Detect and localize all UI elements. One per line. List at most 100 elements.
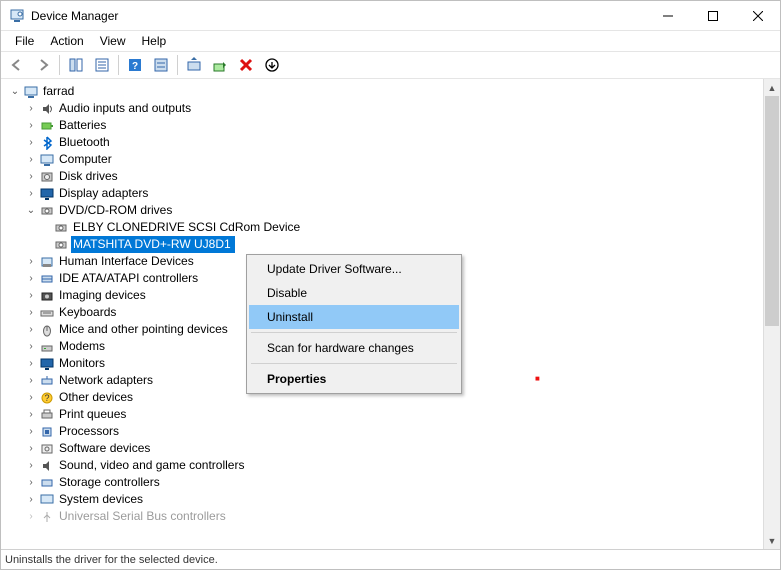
- update-driver-button[interactable]: [208, 53, 232, 77]
- printer-icon: [39, 407, 55, 423]
- tree-item-sound-video[interactable]: › Sound, video and game controllers: [1, 457, 763, 474]
- expand-toggle[interactable]: ›: [23, 491, 39, 508]
- disable-button[interactable]: [260, 53, 284, 77]
- tree-item-label: System devices: [57, 491, 145, 508]
- tree-item-label: Processors: [57, 423, 121, 440]
- bluetooth-icon: [39, 135, 55, 151]
- vertical-scrollbar[interactable]: ▲ ▼: [763, 79, 780, 549]
- action-list-button[interactable]: [149, 53, 173, 77]
- ctx-properties[interactable]: Properties: [249, 367, 459, 391]
- menu-action[interactable]: Action: [42, 32, 91, 50]
- camera-icon: [39, 288, 55, 304]
- system-icon: [39, 492, 55, 508]
- expand-toggle[interactable]: ›: [23, 304, 39, 321]
- expand-toggle[interactable]: ›: [23, 457, 39, 474]
- expand-toggle[interactable]: ›: [23, 321, 39, 338]
- hid-icon: [39, 254, 55, 270]
- help-button[interactable]: ?: [123, 53, 147, 77]
- scroll-thumb[interactable]: [765, 96, 779, 326]
- tree-item-label: Computer: [57, 151, 114, 168]
- ctx-scan-hardware[interactable]: Scan for hardware changes: [249, 336, 459, 360]
- tree-item-label: Storage controllers: [57, 474, 162, 491]
- tree-item-label: MATSHITA DVD+-RW UJ8D1: [71, 236, 235, 253]
- tree-item-computer[interactable]: › Computer: [1, 151, 763, 168]
- audio-icon: [39, 101, 55, 117]
- maximize-button[interactable]: [690, 1, 735, 30]
- annotation-dot: ■: [535, 374, 540, 383]
- titlebar: Device Manager: [1, 1, 780, 31]
- tree-item-print-queues[interactable]: ›Print queues: [1, 406, 763, 423]
- scan-hardware-button[interactable]: [182, 53, 206, 77]
- tree-item-dvd-cd-rom[interactable]: ⌄DVD/CD-ROM drives: [1, 202, 763, 219]
- ide-icon: [39, 271, 55, 287]
- menu-help[interactable]: Help: [134, 32, 175, 50]
- menu-view[interactable]: View: [92, 32, 134, 50]
- expand-toggle[interactable]: ›: [23, 372, 39, 389]
- properties-button[interactable]: [90, 53, 114, 77]
- tree-item-usb-controllers[interactable]: ›Universal Serial Bus controllers: [1, 508, 763, 525]
- app-icon: [9, 8, 25, 24]
- expand-toggle[interactable]: ›: [23, 338, 39, 355]
- storage-icon: [39, 475, 55, 491]
- toolbar: ?: [1, 51, 780, 79]
- tree-item-audio[interactable]: ›Audio inputs and outputs: [1, 100, 763, 117]
- expand-toggle[interactable]: ›: [23, 100, 39, 117]
- close-button[interactable]: [735, 1, 780, 30]
- window-controls: [645, 1, 780, 30]
- expand-toggle[interactable]: ›: [23, 440, 39, 457]
- toolbar-separator: [59, 55, 60, 75]
- tree-item-elby-clonedrive[interactable]: ELBY CLONEDRIVE SCSI CdRom Device: [1, 219, 763, 236]
- ctx-disable[interactable]: Disable: [249, 281, 459, 305]
- expand-toggle[interactable]: ⌄: [7, 83, 23, 100]
- expand-toggle[interactable]: ›: [23, 423, 39, 440]
- forward-button[interactable]: [31, 53, 55, 77]
- expand-toggle[interactable]: ›: [23, 389, 39, 406]
- menu-file[interactable]: File: [7, 32, 42, 50]
- tree-item-batteries[interactable]: ›Batteries: [1, 117, 763, 134]
- show-hide-console-button[interactable]: [64, 53, 88, 77]
- tree-item-bluetooth[interactable]: › Bluetooth: [1, 134, 763, 151]
- expand-toggle[interactable]: ›: [23, 474, 39, 491]
- tree-item-label: Sound, video and game controllers: [57, 457, 246, 474]
- expand-toggle[interactable]: ›: [23, 117, 39, 134]
- expand-toggle[interactable]: ›: [23, 168, 39, 185]
- expand-toggle[interactable]: ›: [23, 185, 39, 202]
- tree-item-disk-drives[interactable]: ›Disk drives: [1, 168, 763, 185]
- expand-toggle[interactable]: ›: [23, 287, 39, 304]
- tree-root[interactable]: ⌄ farrad: [1, 83, 763, 100]
- expand-toggle[interactable]: ›: [23, 134, 39, 151]
- expand-toggle[interactable]: ›: [23, 355, 39, 372]
- tree-item-system-devices[interactable]: › System devices: [1, 491, 763, 508]
- statusbar-text: Uninstalls the driver for the selected d…: [5, 554, 218, 566]
- tree-item-storage-controllers[interactable]: › Storage controllers: [1, 474, 763, 491]
- tree-item-software-devices[interactable]: ›Software devices: [1, 440, 763, 457]
- expand-toggle[interactable]: ›: [23, 508, 39, 525]
- title-text: Device Manager: [31, 9, 645, 23]
- ctx-update-driver[interactable]: Update Driver Software...: [249, 257, 459, 281]
- tree-item-label: Keyboards: [57, 304, 118, 321]
- tree-item-display-adapters[interactable]: ›Display adapters: [1, 185, 763, 202]
- display-icon: [39, 186, 55, 202]
- ctx-uninstall[interactable]: Uninstall: [249, 305, 459, 329]
- cpu-icon: [39, 424, 55, 440]
- tree-item-label: Other devices: [57, 389, 135, 406]
- uninstall-button[interactable]: [234, 53, 258, 77]
- expand-toggle[interactable]: ›: [23, 151, 39, 168]
- expand-toggle[interactable]: ›: [23, 253, 39, 270]
- tree-item-label: Imaging devices: [57, 287, 148, 304]
- minimize-button[interactable]: [645, 1, 690, 30]
- keyboard-icon: [39, 305, 55, 321]
- back-button[interactable]: [5, 53, 29, 77]
- tree-item-label: Bluetooth: [57, 134, 112, 151]
- sound-icon: [39, 458, 55, 474]
- scroll-up-button[interactable]: ▲: [764, 79, 780, 96]
- expand-toggle[interactable]: ⌄: [23, 202, 39, 219]
- mouse-icon: [39, 322, 55, 338]
- expand-toggle[interactable]: ›: [23, 406, 39, 423]
- disk-icon: [39, 169, 55, 185]
- expand-toggle[interactable]: ›: [23, 270, 39, 287]
- tree-item-label: Network adapters: [57, 372, 155, 389]
- scroll-down-button[interactable]: ▼: [764, 532, 780, 549]
- tree-item-matshita-dvd[interactable]: MATSHITA DVD+-RW UJ8D1: [1, 236, 763, 253]
- tree-item-processors[interactable]: › Processors: [1, 423, 763, 440]
